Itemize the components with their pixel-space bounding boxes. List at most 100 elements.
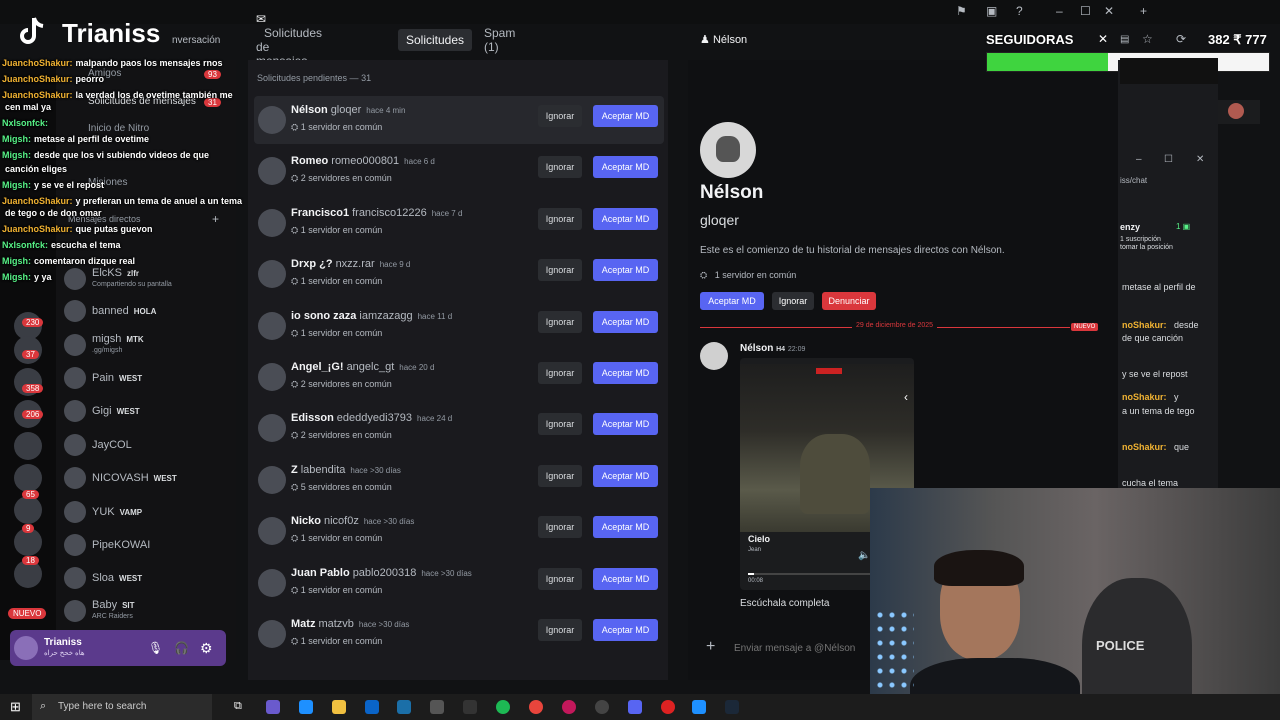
accept-dm-button[interactable]: Aceptar MD [593, 362, 658, 384]
plus-icon[interactable]: + [706, 638, 715, 656]
obs-icon[interactable] [595, 700, 609, 714]
new-tab-icon[interactable]: + [1140, 4, 1147, 18]
outlook-icon[interactable] [365, 700, 379, 714]
steam-icon[interactable] [725, 700, 739, 714]
collapse-icon[interactable]: ‹ [904, 390, 908, 404]
request-username: romeo000801 [331, 155, 400, 168]
accept-dm-button[interactable]: Aceptar MD [593, 516, 658, 539]
discord-icon[interactable] [628, 700, 642, 714]
dm-item[interactable]: Pain WEST [64, 365, 142, 391]
tab-requests[interactable]: Solicitudes [398, 29, 473, 51]
gear-icon[interactable]: ⚙ [200, 640, 213, 657]
dm-item[interactable]: PipeKOWAI [64, 532, 150, 558]
app-icon[interactable] [661, 700, 675, 714]
refresh-icon[interactable]: ⟳ [1176, 32, 1186, 46]
taskbar-search[interactable]: ⌕ Type here to search [32, 694, 212, 720]
request-row[interactable]: Nélson gloqer hace 4 min ⛭ 1 servidor en co… [254, 96, 664, 144]
ignore-button[interactable]: Ignorar [538, 156, 582, 179]
avatar[interactable] [14, 636, 38, 660]
request-row[interactable]: Zlabendita hace >30 días ⛭ 5 servidores en… [254, 456, 664, 504]
accept-dm-button[interactable]: Aceptar MD [593, 413, 658, 436]
dm-item[interactable]: YUK VAMP [64, 499, 142, 525]
request-row[interactable]: io sono zaza iamzazagg hace 11 d ⛭ 1 servid… [254, 302, 664, 350]
ignore-button[interactable]: Ignorar [538, 207, 582, 230]
server-icon[interactable] [14, 496, 42, 524]
dm-item[interactable]: migsh MTK .gg/migsh [64, 332, 144, 358]
nav-nitro[interactable]: Inicio de Nitro [88, 123, 149, 134]
request-row[interactable]: Francisco1 francisco12226 hace 7 d ⛭ 1 serv… [254, 199, 664, 247]
accept-dm-button[interactable]: Aceptar MD [593, 105, 658, 127]
add-dm-icon[interactable]: + [212, 212, 219, 226]
app-icon[interactable] [266, 700, 280, 714]
request-row[interactable]: Juan Pablo pablo200318 hace >30 días ⛭ 1 se… [254, 559, 664, 607]
ignore-button[interactable]: Ignorar [538, 619, 582, 641]
ignore-button[interactable]: Ignorar [538, 362, 582, 384]
request-row[interactable]: Romeo romeo000801 hace 6 d ⛭ 2 servidores e… [254, 147, 664, 195]
profile-ignore-button[interactable]: Ignorar [772, 292, 814, 310]
user-panel-name: Trianiss [44, 637, 82, 648]
tab-spam[interactable]: Spam (1) [476, 22, 523, 58]
flag-icon[interactable]: ⚑ [956, 4, 967, 18]
accept-dm-button[interactable]: Aceptar MD [593, 464, 658, 487]
help-icon[interactable]: ? [1016, 4, 1023, 18]
windows-icon[interactable]: ⊞ [10, 699, 21, 715]
ignore-button[interactable]: Ignorar [538, 105, 582, 127]
accept-dm-button[interactable]: Aceptar MD [593, 310, 658, 333]
ignore-button[interactable]: Ignorar [538, 464, 582, 487]
task-view-icon[interactable]: ⧉ [234, 700, 242, 713]
request-row[interactable]: Angel_¡G! angelc_gt hace 20 d ⛭ 2 servidore… [254, 353, 664, 401]
close-icon[interactable]: ✕ [1196, 154, 1204, 165]
ignore-button[interactable]: Ignorar [538, 259, 582, 282]
opera-icon[interactable] [562, 700, 576, 714]
maximize-icon[interactable]: ☐ [1164, 154, 1173, 165]
dm-item-tag: MTK [126, 335, 144, 344]
accept-dm-button[interactable]: Aceptar MD [593, 619, 658, 641]
headphones-icon[interactable]: 🎧 [174, 641, 189, 655]
maximize-icon[interactable]: ☐ [1080, 4, 1091, 18]
app-icon[interactable] [463, 700, 477, 714]
request-row[interactable]: Nicko nicof0z hace >30 días ⛭ 1 servidor en… [254, 507, 664, 555]
profile-accept-button[interactable]: Aceptar MD [700, 292, 764, 310]
minimize-icon[interactable]: – [1056, 4, 1063, 18]
dm-item[interactable]: Gigi WEST [64, 398, 140, 424]
close-icon[interactable]: ✕ [1098, 32, 1108, 46]
volume-icon[interactable]: 🔈 [858, 550, 870, 561]
accept-dm-button[interactable]: Aceptar MD [593, 207, 658, 230]
message-input[interactable] [734, 638, 870, 658]
dm-item[interactable]: Baby SIT ARC Raiders [64, 598, 135, 624]
server-icon[interactable] [14, 432, 42, 460]
star-icon[interactable]: ☆ [1142, 32, 1153, 46]
minimize-icon[interactable]: – [1136, 154, 1142, 165]
accept-dm-button[interactable]: Aceptar MD [593, 156, 658, 179]
dm-item[interactable]: ElcKS zlfr Compartiendo su pantalla [64, 266, 172, 292]
dm-item[interactable]: NICOVASH WEST [64, 465, 177, 491]
tab-conversation[interactable]: nversación [164, 31, 228, 50]
ignore-button[interactable]: Ignorar [538, 567, 582, 590]
dm-item[interactable]: JayCOL [64, 432, 132, 458]
request-row[interactable]: Drxp ¿? nxzz.rar hace 9 d ⛭ 1 servidor en c… [254, 250, 664, 298]
spotify-icon[interactable] [496, 700, 510, 714]
folder-icon[interactable] [332, 700, 346, 714]
close-icon[interactable]: ✕ [1104, 4, 1114, 18]
shield-icon[interactable] [692, 700, 706, 714]
ignore-button[interactable]: Ignorar [538, 310, 582, 333]
ignore-button[interactable]: Ignorar [538, 413, 582, 436]
dm-item[interactable]: banned HOLA [64, 298, 156, 324]
ignore-button[interactable]: Ignorar [538, 516, 582, 539]
inbox-icon[interactable]: ▣ [986, 4, 997, 18]
request-row[interactable]: Matz matzvb hace >30 días ⛭ 1 servidor en c… [254, 610, 664, 658]
server-icon[interactable] [14, 464, 42, 492]
accept-dm-button[interactable]: Aceptar MD [593, 259, 658, 282]
request-time: hace >30 días [363, 517, 415, 527]
dm-item[interactable]: Sloa WEST [64, 565, 142, 591]
mic-icon[interactable]: 🎙 [148, 641, 163, 655]
store-icon[interactable] [430, 700, 444, 714]
steam-icon[interactable] [397, 700, 411, 714]
profile-avatar-icon[interactable] [1228, 103, 1244, 119]
translate-icon[interactable]: ▤ [1120, 34, 1129, 45]
profile-report-button[interactable]: Denunciar [822, 292, 876, 310]
edge-icon[interactable] [299, 700, 313, 714]
request-row[interactable]: Edisson ededdyedi3793 hace 24 d ⛭ 2 servido… [254, 404, 664, 452]
accept-dm-button[interactable]: Aceptar MD [593, 567, 658, 590]
chrome-icon[interactable] [529, 700, 543, 714]
